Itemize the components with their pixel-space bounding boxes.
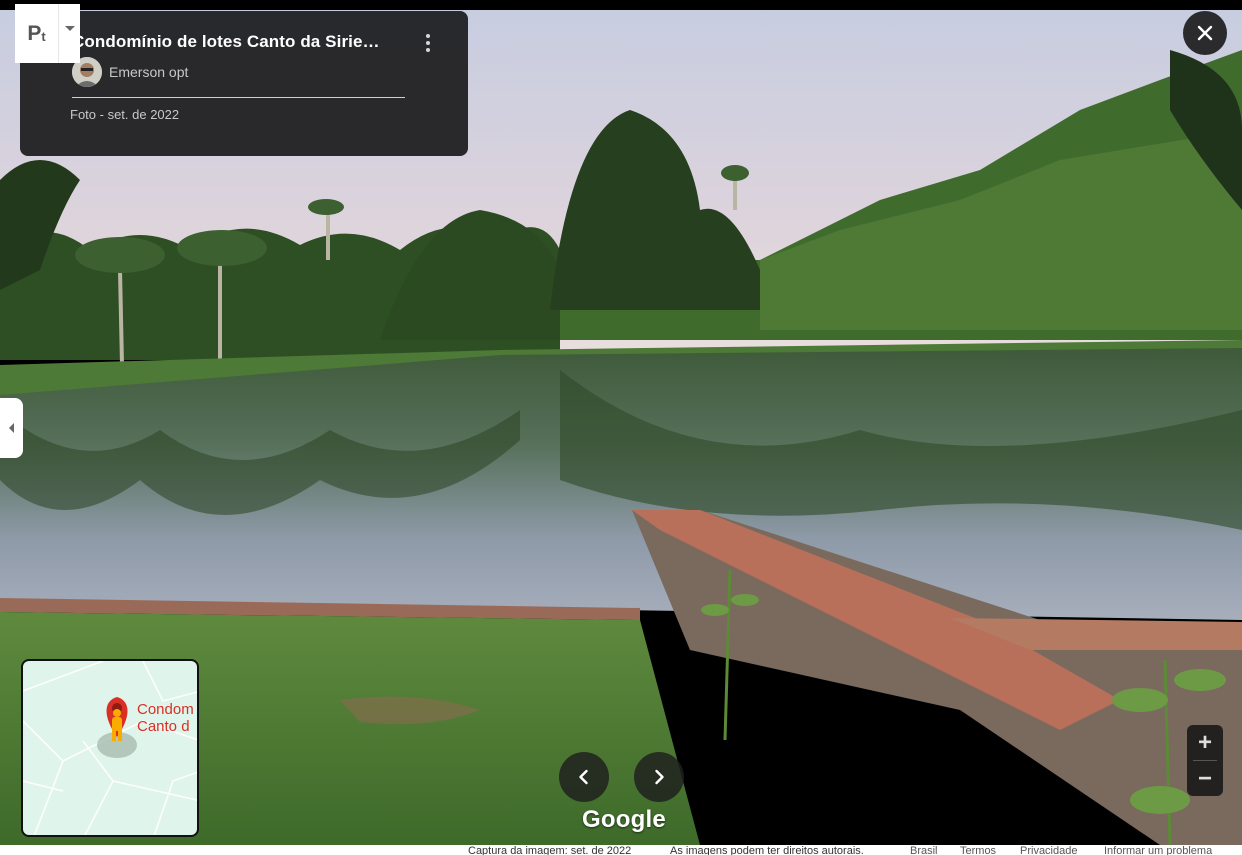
app-main-label: P xyxy=(27,21,42,45)
terms-link[interactable]: Termos xyxy=(960,846,996,855)
place-title[interactable]: Condomínio de lotes Canto da Sirie… xyxy=(72,32,402,52)
more-vert-icon xyxy=(426,34,430,38)
close-icon xyxy=(1197,25,1213,41)
chevron-down-icon[interactable] xyxy=(58,4,80,63)
zoom-out-button[interactable]: − xyxy=(1187,761,1223,796)
footer-bar: Captura da imagem: set. de 2022 As image… xyxy=(0,845,1242,855)
copyright-notice: As imagens podem ter direitos autorais. xyxy=(670,845,864,855)
chevron-left-icon xyxy=(579,769,588,785)
photo-date: Foto - set. de 2022 xyxy=(70,107,180,122)
caret-shape xyxy=(64,26,75,31)
more-vert-icon-dot xyxy=(426,48,430,52)
report-problem-link[interactable]: Informar um problema xyxy=(1104,846,1212,855)
author-row[interactable]: Emerson opt xyxy=(72,57,188,87)
collapse-side-panel-button[interactable] xyxy=(0,398,23,458)
minimap[interactable]: Condom Canto d xyxy=(21,659,199,837)
next-photo-button[interactable] xyxy=(634,752,684,802)
app-sub-label: t xyxy=(41,29,46,44)
zoom-control: + − xyxy=(1187,725,1223,796)
more-vert-icon-dot xyxy=(426,41,430,45)
author-name[interactable]: Emerson opt xyxy=(109,64,188,80)
privacy-link[interactable]: Privacidade xyxy=(1020,846,1077,855)
photo-info-card: Condomínio de lotes Canto da Sirie… Emer… xyxy=(20,11,468,156)
pt-icon[interactable]: Pt xyxy=(15,4,58,63)
previous-photo-button[interactable] xyxy=(559,752,609,802)
google-logo: Google xyxy=(582,806,666,833)
more-options-button[interactable] xyxy=(416,30,440,56)
app-switch-button[interactable]: Pt xyxy=(15,4,80,63)
chevron-left-icon xyxy=(9,423,14,433)
capture-date: Captura da imagem: set. de 2022 xyxy=(468,845,632,855)
close-button[interactable] xyxy=(1183,11,1227,55)
zoom-in-button[interactable]: + xyxy=(1187,725,1223,760)
country-link[interactable]: Brasil xyxy=(910,846,938,855)
chevron-right-icon xyxy=(655,769,664,785)
map-place-label: Condom xyxy=(137,701,194,718)
minimap-roads xyxy=(23,661,197,835)
map-place-label: Canto d xyxy=(137,718,190,735)
divider xyxy=(72,97,405,98)
